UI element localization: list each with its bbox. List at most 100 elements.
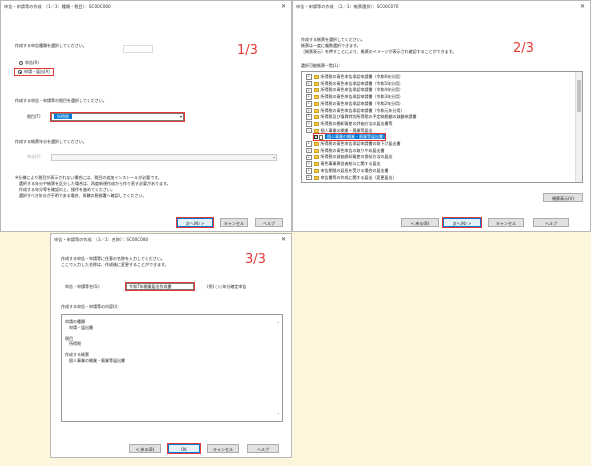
content-label: 作成する申告・申請等の内容(I)：	[61, 304, 122, 309]
cancel-button[interactable]: キャンセル	[488, 218, 524, 227]
content-line: 個人事業の開業・廃業等届出書	[65, 357, 125, 363]
show-form-button[interactable]: 帳票表示(V)	[543, 193, 583, 202]
expand-icon[interactable]: +	[306, 161, 312, 167]
back-button[interactable]: < 戻る(B)	[401, 218, 439, 227]
year-label: 年分(Y)	[27, 154, 41, 159]
content-area[interactable]: 申請の種類 申請・届出書 税目 所得税 作成する帳票 個人事業の開業・廃業等届出書 …	[61, 314, 283, 422]
radio-selected-icon	[18, 70, 22, 74]
expand-icon[interactable]: +	[306, 154, 312, 161]
close-icon[interactable]: ✕	[281, 236, 286, 243]
type-preview-box	[123, 45, 153, 53]
scrollbar-thumb[interactable]	[577, 80, 581, 112]
tree-item-folder[interactable]: + 所得税の棚卸資産の評価方法の届出書等	[306, 121, 393, 127]
folder-icon	[313, 121, 319, 126]
tree-item-label: 所得税の青色申告の取りやめ届出書	[320, 147, 385, 153]
tree-item-folder[interactable]: + 所得税の減価償却資産の償却方法の届出	[306, 154, 393, 161]
tree-item-label: 個人事業の開業・廃業等届出	[320, 127, 373, 133]
scroll-up-icon[interactable]: ⌃	[277, 321, 280, 326]
chevron-down-icon: ▾	[272, 155, 275, 160]
expand-icon[interactable]: +	[306, 94, 312, 100]
tree-item-folder[interactable]: + 所得税の青色申告承認申請書の取下げ届出書	[306, 141, 401, 147]
folder-icon	[313, 168, 319, 173]
collapse-icon[interactable]: −	[306, 127, 312, 134]
expand-icon[interactable]: +	[306, 114, 312, 120]
folder-icon	[313, 101, 319, 106]
expand-icon[interactable]: +	[306, 141, 312, 147]
folder-icon	[313, 75, 319, 79]
tree-item-folder[interactable]: + 所得税の青色申告承認申請書（令和5年分用）	[306, 81, 403, 87]
tree-item-label: 所得税及び復興特別所得税の予定納税額の減額申請書	[320, 114, 417, 120]
next-button[interactable]: 次へ(N) >	[442, 217, 482, 228]
tree-item-folder[interactable]: + 所得税及び復興特別所得税の予定納税額の減額申請書	[306, 114, 417, 120]
tree-item-folder[interactable]: + 所得税の青色申告承認申請書（令和2年分用）	[306, 101, 403, 107]
form-tree[interactable]: + 所得税の青色申告承認申請書（令和6年分用） + 所得税の青色申告承認申請書（令和5…	[301, 71, 583, 183]
close-icon[interactable]: ✕	[580, 3, 585, 10]
step1-dialog: 申告・申請等の作成 （1／3：種類・税目）：SC00C060 ✕ 1/3 作成す…	[0, 0, 292, 232]
back-button[interactable]: < 戻る(B)	[129, 444, 161, 453]
radio-application[interactable]: 申請・届出(A)	[14, 68, 54, 76]
year-select[interactable]: ▾	[51, 154, 277, 161]
expand-icon[interactable]: +	[306, 168, 312, 174]
name-input[interactable]: 令和7年開業届出作成書	[125, 282, 195, 291]
expand-icon[interactable]: +	[306, 121, 312, 127]
close-icon[interactable]: ✕	[281, 3, 286, 10]
tree-item-label: 所得税の棚卸資産の評価方法の届出書等	[320, 120, 393, 126]
tree-item-label: 所得税の青色申告承認申請書（令和6年分用）	[320, 74, 404, 79]
tree-item-folder[interactable]: + 所得税の青色申告承認申請書（令和4年分用）	[306, 87, 404, 94]
step3-dialog: 申告・申請等の作成 （3／3：名称）：SC00C080 ✕ 3/3 作成する申告…	[50, 233, 292, 458]
tree-item-label: 所得税の青色申告承認申請書（令和2年分用）	[320, 100, 404, 106]
tree-item-folder[interactable]: + 申告書等の作成に関する届出（変更届出）	[306, 175, 397, 181]
expand-icon[interactable]: +	[306, 80, 312, 87]
checkbox-icon[interactable]: ✓	[314, 135, 318, 140]
tree-item-folder[interactable]: + 所得税の青色申告承認申請書（令和6年分用）	[306, 74, 403, 80]
folder-icon	[313, 175, 319, 180]
step-indicator: 1/3	[237, 43, 258, 58]
question-year: 作成する帳票年分を選択してください。	[15, 139, 87, 144]
expand-icon[interactable]: +	[306, 107, 312, 114]
tree-item-label: 個人事業の開業・廃業等届出書	[325, 134, 385, 140]
cancel-button[interactable]: キャンセル	[207, 444, 239, 453]
expand-icon[interactable]: +	[306, 174, 312, 181]
tree-item-folder[interactable]: + 所得税の青色申告承認申請書（令和元年分用）	[306, 108, 405, 114]
expand-icon[interactable]: +	[306, 147, 312, 154]
name-label: 申告・申請等名(S)：	[65, 284, 103, 289]
cancel-button[interactable]: キャンセル	[220, 218, 248, 227]
intro-line: ここで入力した名称は、作成後に変更することができます。	[61, 262, 169, 267]
dialog-title: 申告・申請等の作成 （2／3：帳票選択）：SC00C070	[296, 4, 399, 9]
expand-icon[interactable]: +	[306, 101, 312, 107]
folder-icon	[313, 155, 319, 160]
help-button[interactable]: ヘルプ	[533, 218, 569, 227]
tree-item-folder[interactable]: − 個人事業の開業・廃業等届出	[306, 128, 373, 134]
folder-icon	[313, 115, 319, 120]
folder-icon	[313, 81, 319, 86]
tree-item-folder[interactable]: + 所得税の青色申告の取りやめ届出書	[306, 148, 385, 154]
next-button[interactable]: 次へ(N) >	[176, 217, 214, 228]
step-indicator: 3/3	[245, 252, 266, 267]
tree-item-form[interactable]: ✓ 個人事業の開業・廃業等届出書	[313, 133, 386, 142]
step2-dialog: 申告・申請等の作成 （2／3：帳票選択）：SC00C070 ✕ 2/3 作成する…	[292, 0, 591, 232]
tree-item-folder[interactable]: + 所得税の青色申告承認申請書（令和3年分用）	[306, 94, 403, 100]
tree-item-folder[interactable]: + 申告期限の延長を受ける場合の届出書	[306, 168, 389, 174]
tree-item-label: 所得税の青色申告承認申請書の取下げ届出書	[320, 141, 401, 146]
radio-declaration[interactable]: 申告(R)	[19, 60, 39, 66]
folder-icon	[313, 148, 319, 153]
list-label: 選択可能帳票一覧(L)：	[301, 63, 343, 68]
step-indicator: 2/3	[513, 41, 534, 56]
tree-item-label: 所得税の青色申告承認申請書（令和3年分用）	[320, 94, 404, 100]
tax-select[interactable]: 所得税 ▾	[50, 112, 185, 122]
expand-icon[interactable]: +	[306, 87, 312, 94]
intro-line: ［帳票表示］を押すことにより、帳票のイメージが表示され確認することができます。	[301, 49, 457, 54]
help-button[interactable]: ヘルプ	[255, 218, 283, 227]
scrollbar[interactable]	[575, 72, 582, 182]
question-tax: 作成する申告・申請等の税目を選択してください。	[15, 98, 107, 103]
name-hint: (例) ○○年分確定申告	[207, 284, 247, 289]
tree-item-label: 所得税の減価償却資産の償却方法の届出	[320, 154, 393, 160]
tree-item-folder[interactable]: + 青色事業専従者給与に関する届出	[306, 161, 381, 167]
scroll-down-icon[interactable]: ⌄	[277, 410, 280, 415]
expand-icon[interactable]: +	[306, 74, 312, 80]
tree-item-label: 所得税の青色申告承認申請書（令和4年分用）	[320, 87, 404, 93]
tax-label: 税目(T)	[27, 114, 41, 119]
help-button[interactable]: ヘルプ	[247, 444, 279, 453]
tree-item-label: 所得税の青色申告承認申請書（令和元年分用）	[320, 107, 405, 113]
ok-button[interactable]: OK	[167, 443, 201, 454]
